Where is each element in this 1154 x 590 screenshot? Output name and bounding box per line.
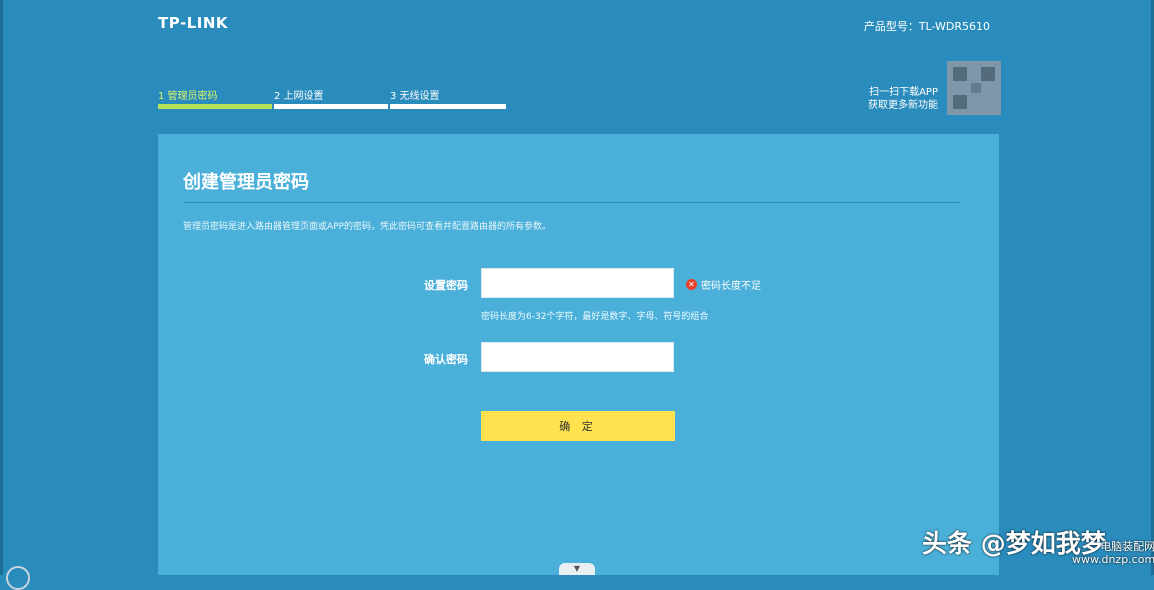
- product-model: 产品型号：TL-WDR5610: [863, 20, 990, 33]
- step-internet-settings: 2 上网设置: [274, 91, 324, 102]
- chevron-down-icon: ▼: [573, 564, 581, 573]
- title-divider: [183, 202, 961, 203]
- app-promo-line1: 扫一扫下载APP: [869, 87, 938, 98]
- qr-marker: [981, 67, 995, 81]
- password-hint: 密码长度为6-32个字符，最好是数字、字母、符号的组合: [481, 312, 709, 322]
- panel-description: 管理员密码是进入路由器管理页面或APP的密码，凭此密码可查看并配置路由器的所有参…: [183, 222, 552, 232]
- qr-code-image: [947, 61, 1001, 115]
- password-label: 设置密码: [424, 279, 468, 292]
- password-input[interactable]: [481, 268, 674, 298]
- step-progress-bar-1: [158, 104, 272, 109]
- confirm-password-input[interactable]: [481, 342, 674, 372]
- watermark-site-url: www.dnzp.com: [1072, 553, 1154, 566]
- app-download-promo: 扫一扫下载APP 获取更多新功能: [852, 86, 938, 112]
- scroll-down-tab[interactable]: ▼: [559, 563, 595, 575]
- app-promo-line2: 获取更多新功能: [868, 100, 938, 111]
- qr-marker: [953, 95, 967, 109]
- step-progress-bar-3: [390, 104, 506, 109]
- window-frame-left: [0, 0, 3, 575]
- page-title: 创建管理员密码: [183, 172, 309, 193]
- password-error: ✕ 密码长度不足: [686, 277, 761, 292]
- password-error-text: 密码长度不足: [701, 281, 761, 292]
- watermark-site: 电脑装配网 www.dnzp.com: [1072, 540, 1154, 566]
- step-wireless-settings: 3 无线设置: [390, 91, 440, 102]
- tplink-logo: TP-LINK: [158, 14, 229, 32]
- corner-circle-icon: [6, 566, 30, 590]
- confirm-password-label: 确认密码: [424, 353, 468, 366]
- step-admin-password: 1 管理员密码: [158, 91, 218, 102]
- qr-marker: [971, 83, 981, 93]
- error-circle-icon: ✕: [686, 279, 697, 290]
- step-progress-bar-2: [274, 104, 388, 109]
- admin-password-panel: 创建管理员密码 管理员密码是进入路由器管理页面或APP的密码，凭此密码可查看并配…: [158, 134, 999, 575]
- qr-marker: [953, 67, 967, 81]
- watermark-site-name: 电脑装配网: [1100, 540, 1154, 553]
- confirm-button[interactable]: 确 定: [481, 411, 675, 441]
